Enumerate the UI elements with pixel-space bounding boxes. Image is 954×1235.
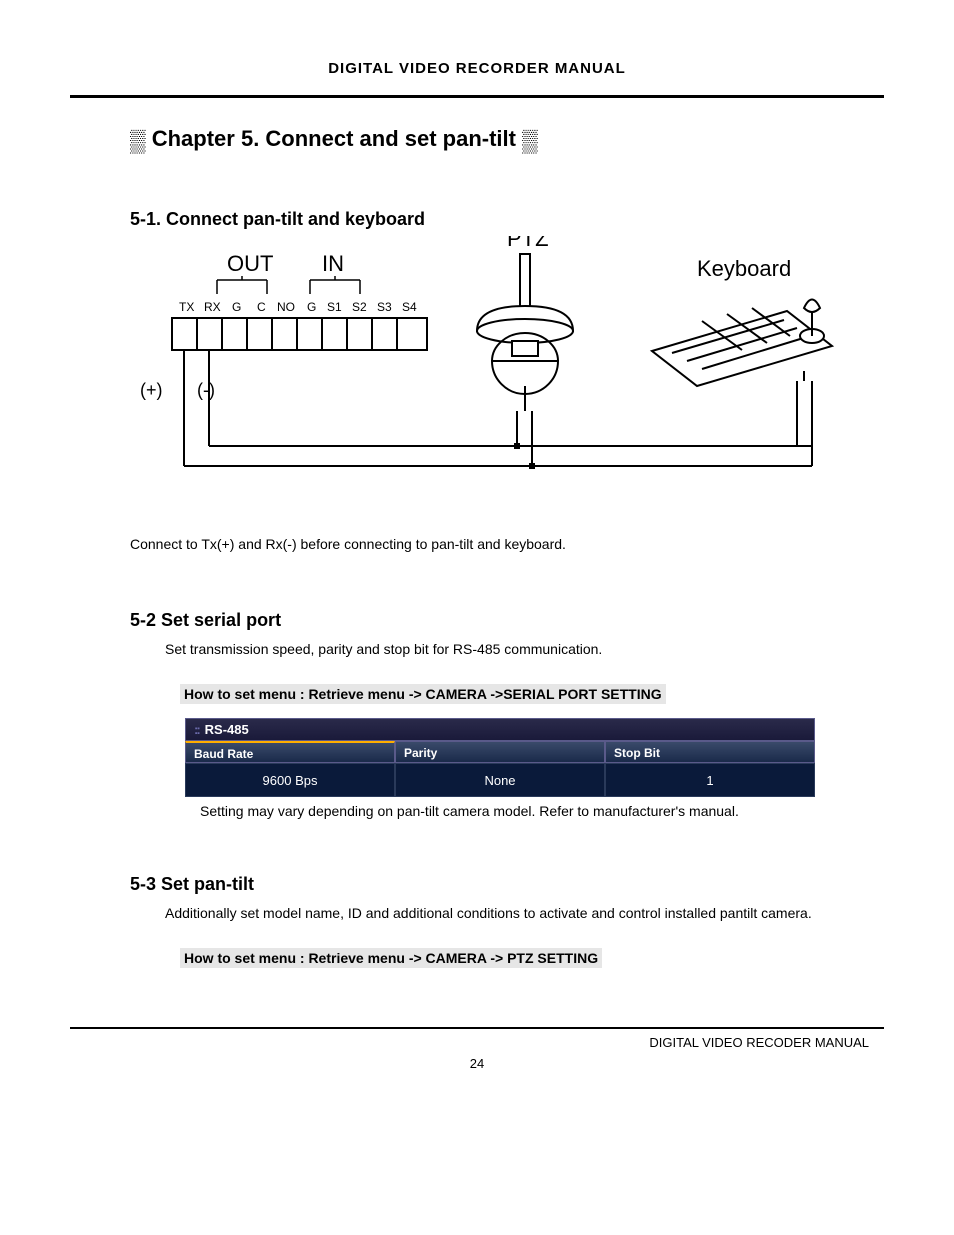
diagram-bracket-out bbox=[217, 276, 267, 294]
rs485-title-bar: ::RS-485 bbox=[185, 718, 815, 741]
rs485-val-stopbit: 1 bbox=[605, 763, 815, 797]
svg-text:C: C bbox=[257, 300, 266, 314]
chapter-title: ▒ Chapter 5. Connect and set pan-tilt ▒ bbox=[130, 126, 884, 154]
svg-text:NO: NO bbox=[277, 300, 295, 314]
diagram-out-label: OUT bbox=[227, 251, 273, 276]
svg-text:S4: S4 bbox=[402, 300, 417, 314]
diagram-in-label: IN bbox=[322, 251, 344, 276]
chapter-deco-left-icon: ▒ bbox=[130, 128, 146, 154]
svg-text:G: G bbox=[232, 300, 241, 314]
diagram-keyboard-icon bbox=[652, 300, 832, 387]
rs485-title-icon: :: bbox=[194, 722, 199, 737]
page-header: DIGITAL VIDEO RECORDER MANUAL bbox=[70, 60, 884, 98]
rs485-col-stopbit: Stop Bit bbox=[605, 741, 815, 763]
svg-text:RX: RX bbox=[204, 300, 221, 314]
svg-text:S3: S3 bbox=[377, 300, 392, 314]
section-5-2-title: 5-2 Set serial port bbox=[130, 610, 884, 631]
svg-text:S1: S1 bbox=[327, 300, 342, 314]
section-5-3-menu-path: How to set menu : Retrieve menu -> CAMER… bbox=[180, 948, 602, 968]
rs485-val-baud: 9600 Bps bbox=[185, 763, 395, 797]
rs485-col-parity: Parity bbox=[395, 741, 605, 763]
rs485-title-text: RS-485 bbox=[205, 722, 249, 737]
svg-text:TX: TX bbox=[179, 300, 194, 314]
diagram-plus-label: (+) bbox=[140, 380, 163, 400]
section-5-2-caption: Setting may vary depending on pan-tilt c… bbox=[200, 803, 884, 819]
diagram-bracket-in bbox=[310, 276, 360, 294]
diagram-junction bbox=[514, 443, 520, 449]
rs485-val-parity: None bbox=[395, 763, 605, 797]
diagram-terminal-block bbox=[172, 318, 427, 350]
svg-text:S2: S2 bbox=[352, 300, 367, 314]
chapter-title-text: Chapter 5. Connect and set pan-tilt bbox=[152, 126, 516, 151]
section-5-2-desc: Set transmission speed, parity and stop … bbox=[165, 637, 884, 662]
diagram-keyboard-label: Keyboard bbox=[697, 256, 791, 281]
connection-diagram: .lbl{font:18px Arial;} .bg{font:22px Ari… bbox=[112, 236, 842, 506]
diagram-ptz-label: PTZ bbox=[507, 236, 549, 251]
section-5-3-desc: Additionally set model name, ID and addi… bbox=[165, 901, 884, 926]
rs485-col-baud: Baud Rate bbox=[185, 741, 395, 763]
svg-text:G: G bbox=[307, 300, 316, 314]
section-5-1-note: Connect to Tx(+) and Rx(-) before connec… bbox=[130, 534, 884, 555]
page-number: 24 bbox=[70, 1056, 884, 1071]
diagram-minus-label: (-) bbox=[197, 380, 215, 400]
section-5-3-title: 5-3 Set pan-tilt bbox=[130, 874, 884, 895]
footer-text: DIGITAL VIDEO RECODER MANUAL bbox=[70, 1035, 869, 1050]
section-5-2-menu-path: How to set menu : Retrieve menu -> CAMER… bbox=[180, 684, 666, 704]
section-5-1-title: 5-1. Connect pan-tilt and keyboard bbox=[130, 209, 884, 230]
diagram-ptz-camera-icon bbox=[477, 254, 573, 411]
diagram-terminal-labels: TX RX G C NO G S1 S2 S3 S4 bbox=[179, 300, 417, 314]
rs485-settings-table: ::RS-485 Baud Rate Parity Stop Bit 9600 … bbox=[185, 718, 815, 797]
footer-rule bbox=[70, 1027, 884, 1029]
chapter-deco-right-icon: ▒ bbox=[522, 128, 538, 154]
diagram-wiring bbox=[184, 381, 812, 466]
diagram-junction bbox=[529, 463, 535, 469]
